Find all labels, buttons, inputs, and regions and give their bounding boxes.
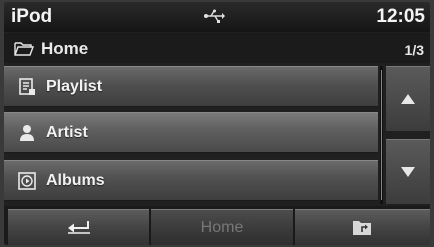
bottom-bar: Home xyxy=(4,206,430,245)
usb-icon xyxy=(204,9,225,23)
list-item-label: Albums xyxy=(46,172,105,189)
clock: 12:05 xyxy=(376,6,425,27)
back-button[interactable] xyxy=(8,209,149,245)
playlist-icon xyxy=(19,78,35,95)
triangle-up-icon xyxy=(401,94,415,104)
list-item-albums[interactable]: Albums xyxy=(4,160,378,201)
return-arrow-icon xyxy=(68,221,90,234)
list-item-label: Playlist xyxy=(46,78,103,95)
folder-up-icon xyxy=(353,221,371,235)
scroll-down-button[interactable] xyxy=(386,139,430,204)
scrollbar-indicator xyxy=(381,70,382,200)
status-bar: iPod 12:05 xyxy=(4,2,430,32)
artist-icon xyxy=(20,125,34,141)
triangle-down-icon xyxy=(401,167,415,177)
folder-open-icon xyxy=(14,42,34,56)
list-item-artist[interactable]: Artist xyxy=(4,112,378,153)
path-bar: Home 1/3 xyxy=(4,33,430,63)
media-list: Playlist Artist Albums xyxy=(4,66,378,204)
home-button[interactable]: Home xyxy=(151,209,293,245)
home-button-label: Home xyxy=(200,219,244,236)
list-item-label: Artist xyxy=(46,124,88,141)
ipod-screen: iPod 12:05 Home 1/3 Playlist Artist Albu… xyxy=(4,2,430,245)
album-icon xyxy=(18,172,36,190)
current-path: Home xyxy=(41,39,89,58)
scroll-up-button[interactable] xyxy=(386,66,430,131)
app-title: iPod xyxy=(11,6,53,27)
list-item-playlist[interactable]: Playlist xyxy=(4,66,378,107)
folder-up-button[interactable] xyxy=(295,209,430,245)
page-indicator: 1/3 xyxy=(404,42,424,58)
